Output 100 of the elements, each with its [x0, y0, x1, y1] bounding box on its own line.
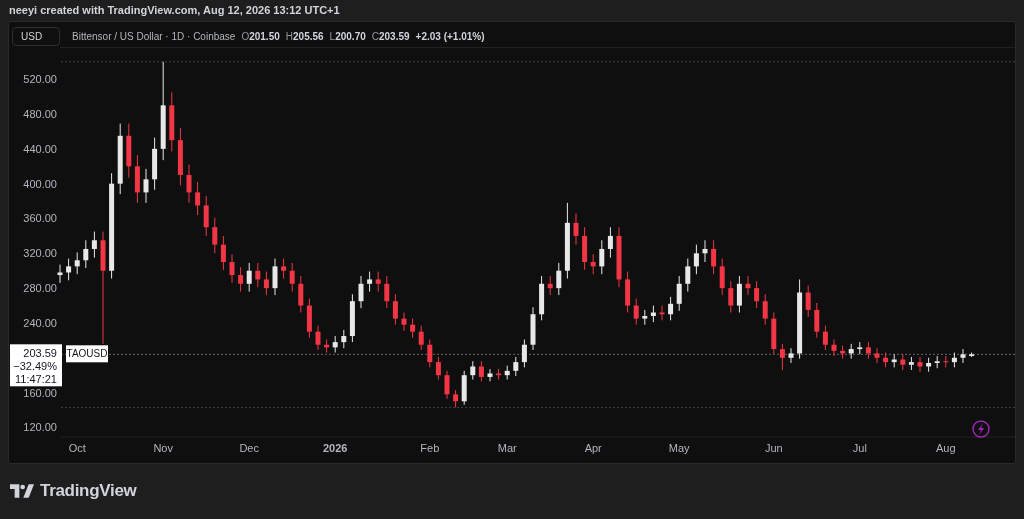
- candlestick: [805, 285, 811, 318]
- candlestick: [908, 356, 914, 371]
- axis-label: Oct: [68, 442, 86, 454]
- candlestick: [633, 298, 639, 326]
- candlestick: [66, 258, 72, 281]
- axis-label: Aug: [936, 442, 956, 454]
- candlestick: [470, 360, 476, 381]
- candlestick: [754, 280, 760, 309]
- candlestick: [504, 365, 510, 381]
- candlestick: [969, 352, 975, 358]
- candlestick: [874, 347, 880, 364]
- candlestick: [659, 305, 665, 321]
- candlestick: [891, 353, 897, 368]
- candlestick: [57, 264, 63, 284]
- ohlc-value: C203.59: [371, 30, 410, 42]
- brand-name: TradingView: [40, 481, 137, 501]
- candlestick: [384, 275, 390, 309]
- candlestick: [177, 127, 183, 186]
- candlestick: [702, 239, 708, 263]
- candlestick: [117, 123, 123, 195]
- candlestick: [444, 370, 450, 400]
- candlestick: [341, 329, 347, 349]
- candlestick: [943, 355, 949, 368]
- candlestick: [926, 357, 932, 373]
- candlestick: [126, 123, 132, 179]
- candlestick: [917, 356, 923, 373]
- candlestick: [461, 370, 467, 406]
- axis-label: Dec: [239, 442, 259, 454]
- candlestick: [324, 339, 330, 354]
- candlestick: [960, 348, 966, 364]
- attribution-text: neeyi created with TradingView.com, Aug 12, 2026 13:12 UTC+1: [8, 3, 340, 17]
- candlestick: [625, 271, 631, 313]
- candlestick: [238, 266, 244, 293]
- candlestick: [229, 253, 235, 284]
- candlestick: [840, 345, 846, 360]
- candlestick: [711, 239, 717, 275]
- candlestick: [255, 262, 261, 288]
- axis-label: Apr: [584, 442, 602, 454]
- axis-label: 360.00: [23, 212, 57, 225]
- axis-label: 440.00: [23, 142, 57, 155]
- candlestick: [220, 235, 226, 271]
- candlestick: [599, 239, 605, 275]
- price-label: 203.59 −32.49% 11:47:21: [10, 344, 62, 387]
- axis-label: Nov: [153, 442, 173, 454]
- candlestick: [453, 389, 459, 408]
- candlestick: [134, 154, 140, 204]
- candlestick: [513, 356, 519, 377]
- candlestick: [358, 275, 364, 309]
- candlestick: [590, 253, 596, 275]
- candlestick: [728, 280, 734, 313]
- candlestick: [822, 325, 828, 351]
- ohlc-value: O201.50: [241, 30, 280, 42]
- axis-label: 240.00: [23, 316, 57, 329]
- candlestick: [719, 258, 725, 296]
- candlestick: [298, 275, 304, 313]
- candlestick: [616, 226, 622, 288]
- axis-label: May: [668, 442, 690, 454]
- candlestick: [857, 341, 863, 355]
- candlestick: [771, 312, 777, 355]
- candlestick: [143, 168, 149, 204]
- candlestick: [195, 181, 201, 216]
- candlestick: [883, 352, 889, 368]
- candlestick: [487, 368, 493, 382]
- candlestick: [582, 226, 588, 271]
- candlestick: [410, 318, 416, 339]
- candlestick: [332, 335, 338, 354]
- candlestick: [530, 306, 536, 351]
- candlestick: [745, 275, 751, 296]
- candlestick: [779, 343, 785, 371]
- candlestick: [91, 231, 97, 259]
- candlestick: [762, 293, 768, 326]
- candlestick: [642, 309, 648, 326]
- candlestick: [401, 312, 407, 332]
- axis-label: 520.00: [23, 73, 57, 86]
- candlestick: [668, 296, 674, 321]
- candlestick: [650, 305, 656, 323]
- candlestick: [900, 353, 906, 371]
- candlestick: [263, 271, 269, 296]
- candlestick: [693, 244, 699, 275]
- axis-label: Jun: [764, 442, 783, 454]
- axis-label: 120.00: [23, 421, 57, 434]
- currency-button[interactable]: USD: [12, 26, 60, 46]
- candlestick: [203, 195, 209, 237]
- axis-label: 2026: [322, 442, 348, 454]
- axis-label: 400.00: [23, 177, 57, 190]
- candlestick: [272, 258, 278, 296]
- candlestick: [212, 217, 218, 254]
- candlestick: [848, 343, 854, 360]
- candlestick: [547, 275, 553, 296]
- candlestick: [367, 271, 373, 293]
- candlestick: [496, 368, 502, 381]
- candlestick: [521, 339, 527, 368]
- lightning-icon[interactable]: [972, 420, 990, 438]
- candlestick: [736, 275, 742, 313]
- candlestick: [246, 262, 252, 293]
- candlestick: [74, 251, 80, 275]
- candlestick: [685, 258, 691, 293]
- ohlc-value: L200.70: [329, 30, 366, 42]
- candlestick: [281, 258, 287, 280]
- candlestick: [392, 293, 398, 326]
